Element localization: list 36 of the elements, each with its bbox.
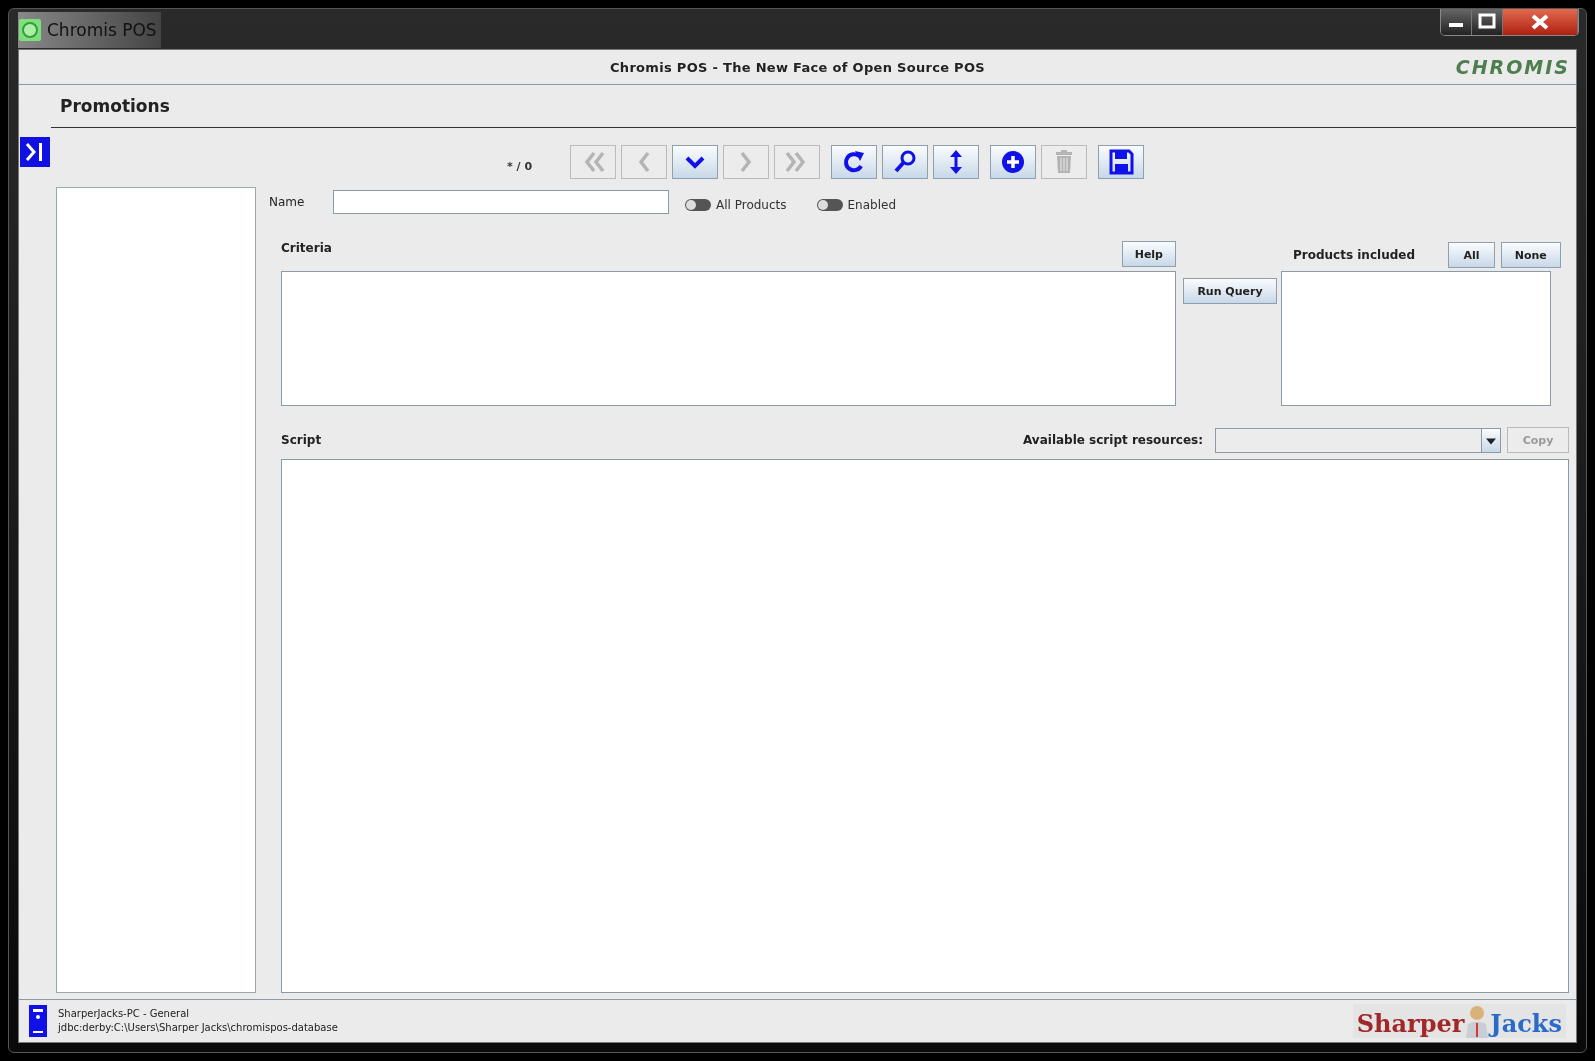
panel-title: Promotions bbox=[60, 96, 170, 116]
app-title: Chromis POS - The New Face of Open Source POS bbox=[610, 59, 985, 75]
server-icon bbox=[29, 1005, 47, 1037]
help-button[interactable]: Help bbox=[1121, 241, 1176, 267]
all-button[interactable]: All bbox=[1448, 242, 1495, 268]
criteria-field[interactable] bbox=[281, 271, 1176, 406]
toggle-switch[interactable] bbox=[816, 199, 843, 211]
record-counter: * / 0 bbox=[507, 159, 534, 173]
section-label: Script bbox=[281, 433, 323, 447]
minimize-icon[interactable] bbox=[1441, 9, 1472, 35]
section-label: Products included bbox=[1293, 248, 1416, 262]
name-field[interactable] bbox=[333, 190, 669, 214]
field-label: Name bbox=[268, 195, 306, 209]
products-list[interactable] bbox=[1281, 271, 1551, 406]
field-label: Available script resources: bbox=[1023, 433, 1203, 447]
refresh-button[interactable] bbox=[831, 145, 877, 179]
database-path: jdbc:derby:C:\Users\Sharper Jacks\chromispos-database bbox=[58, 1021, 339, 1035]
save-button[interactable] bbox=[1098, 145, 1144, 179]
run-query-button[interactable]: Run Query bbox=[1183, 278, 1277, 304]
logo: CHROMIS bbox=[1455, 56, 1570, 78]
down-button[interactable] bbox=[672, 145, 718, 179]
expand-panel-icon[interactable] bbox=[20, 137, 50, 167]
app-icon bbox=[19, 19, 41, 41]
none-button[interactable]: None bbox=[1500, 242, 1561, 268]
toggle-label: All Products bbox=[716, 198, 787, 212]
sort-button[interactable] bbox=[933, 145, 979, 179]
window-title: Chromis POS bbox=[47, 20, 157, 40]
host-text: SharperJacks-PC - General bbox=[58, 1007, 191, 1021]
search-button[interactable] bbox=[882, 145, 928, 179]
maximize-icon[interactable] bbox=[1472, 9, 1503, 35]
close-icon[interactable] bbox=[1503, 9, 1578, 35]
company-logo: Sharper Jacks bbox=[1352, 1004, 1566, 1038]
add-button[interactable] bbox=[990, 145, 1036, 179]
toggle-switch[interactable] bbox=[685, 199, 711, 211]
toggle-label: Enabled bbox=[847, 198, 896, 212]
section-label: Criteria bbox=[281, 240, 332, 255]
